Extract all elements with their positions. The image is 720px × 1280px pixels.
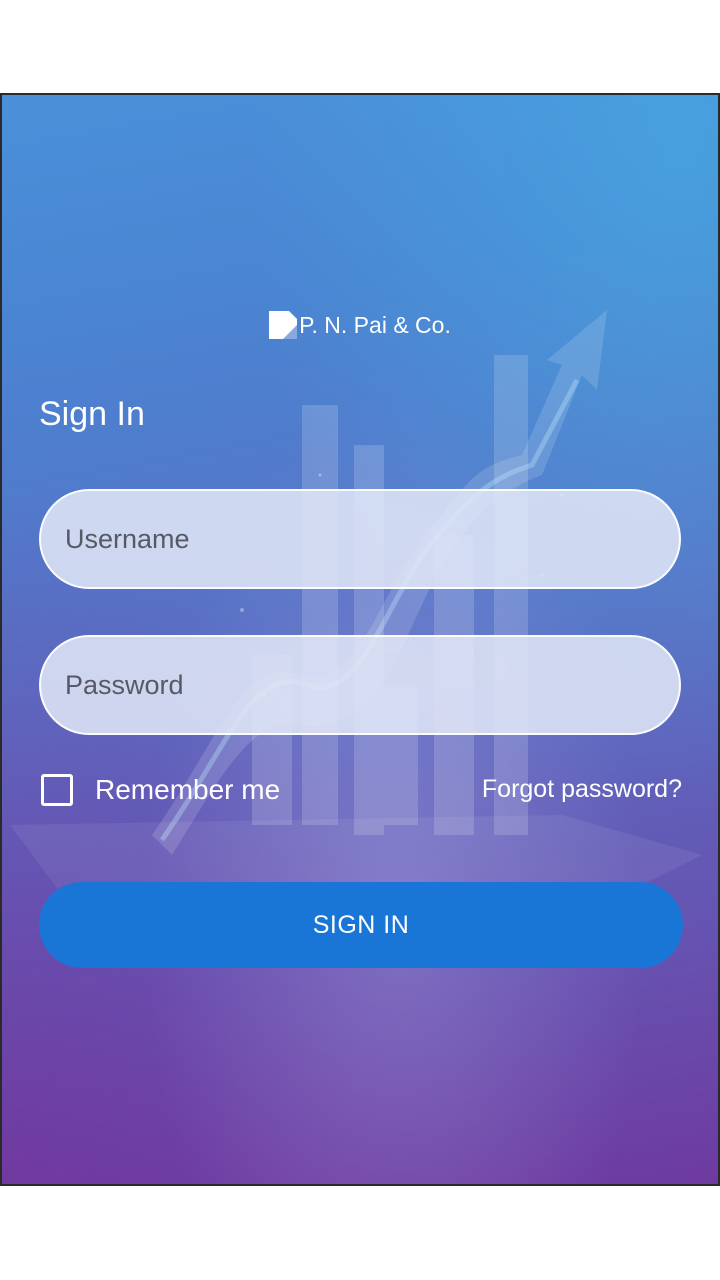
sign-in-button[interactable]: SIGN IN: [39, 882, 683, 968]
document-corner-icon: [269, 311, 298, 339]
page-title: Sign In: [39, 395, 145, 433]
brand-logo: P. N. Pai & Co.: [2, 311, 718, 339]
login-screen: P. N. Pai & Co. Sign In Remember me Forg…: [0, 93, 720, 1186]
remember-me-label: Remember me: [95, 774, 281, 805]
remember-me-checkbox[interactable]: [41, 774, 73, 806]
remember-me-toggle[interactable]: Remember me: [41, 774, 280, 806]
forgot-password-link[interactable]: Forgot password?: [482, 775, 682, 804]
brand-name: P. N. Pai & Co.: [299, 311, 451, 338]
password-input[interactable]: [39, 635, 681, 735]
username-input[interactable]: [39, 489, 681, 589]
